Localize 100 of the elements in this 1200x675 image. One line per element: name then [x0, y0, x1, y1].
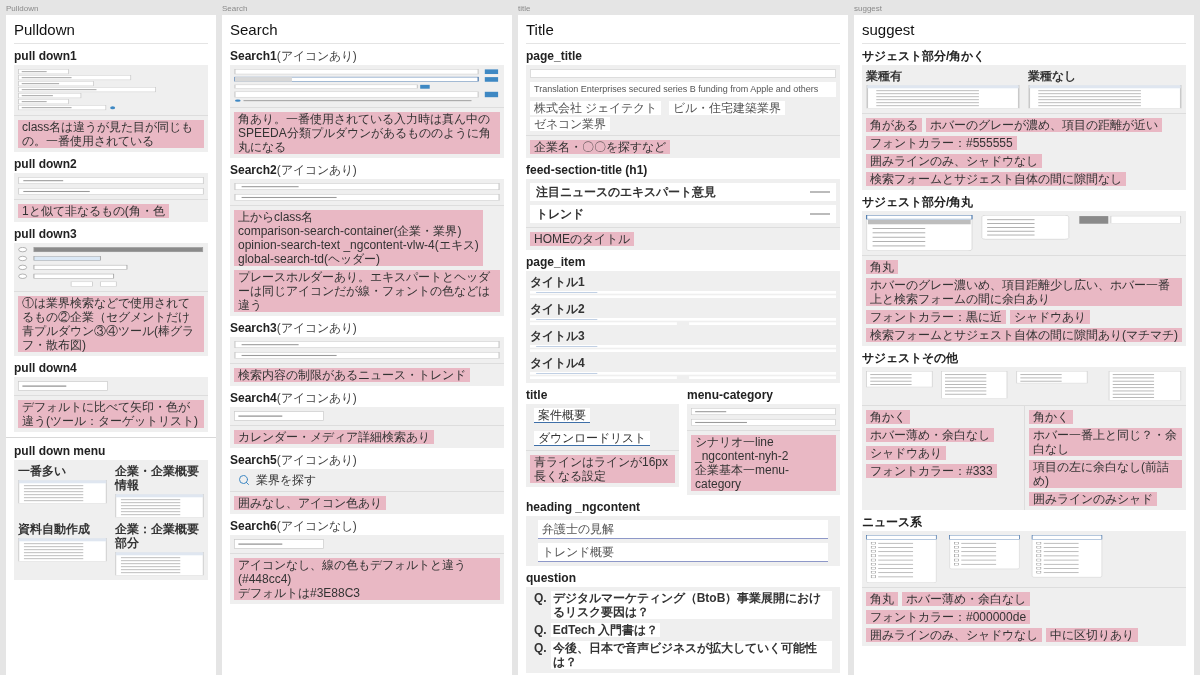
- note: 企業名・〇〇を探すなど: [530, 140, 670, 154]
- section-heading: pull down2: [14, 157, 77, 171]
- heading-note: (アイコンあり): [276, 391, 357, 405]
- note: フォントカラー：#333: [866, 464, 997, 478]
- section-heading: サジェストその他: [862, 351, 958, 365]
- question-mark-label: Q.: [534, 591, 547, 605]
- section-heading: Search4: [230, 391, 277, 405]
- panel-caption: 企業：企業概要部分: [115, 522, 200, 550]
- note: 囲みラインのみ、シャドウなし: [866, 154, 1042, 168]
- section-heading: サジェスト部分/角丸: [862, 195, 974, 209]
- note: HOMEのタイトル: [530, 232, 634, 246]
- tab[interactable]: 案件概要: [534, 408, 590, 423]
- frame-title: Pulldown: [14, 21, 75, 38]
- subsection-title: タイトル3: [530, 329, 586, 343]
- note: フォントカラー：#000000de: [866, 610, 1031, 624]
- note: ホバーのグレー濃いめ、項目距離少し広い、ホバー一番上と検索フォームの間に余白あり: [866, 278, 1182, 306]
- note: 角あり。一番使用されている入力時は真ん中のSPEEDA分類プルダウンがあるもののように角丸になる: [234, 112, 500, 154]
- subsection-title: タイトル1: [530, 275, 586, 289]
- frame-label: suggest: [854, 4, 883, 15]
- note: ホバー薄め・余白なし: [866, 428, 994, 442]
- panel-caption: 資料自動作成: [18, 522, 91, 536]
- category-tag[interactable]: ビル・住宅建築業界: [669, 101, 786, 115]
- search-label[interactable]: 業界を探す: [256, 473, 316, 487]
- section-heading: page_item: [526, 255, 586, 269]
- panel-caption: 業種有: [866, 69, 903, 83]
- frame-label: Search: [222, 4, 248, 15]
- note: ホバー薄め・余白なし: [902, 592, 1030, 606]
- note: 検索フォームとサジェスト自体の間に隙間なし: [866, 172, 1126, 186]
- question-text[interactable]: デジタルマーケティング（BtoB）事業展開におけるリスク要因は？: [550, 591, 832, 619]
- category-tag[interactable]: ゼネコン業界: [530, 117, 610, 131]
- section-heading: Search6: [230, 519, 277, 533]
- category-tag[interactable]: 株式会社 ジェイテクト: [530, 101, 662, 115]
- note: デフォルトに比べて矢印・色が違う(ツール：ターゲットリスト): [18, 400, 204, 428]
- note: 検索内容の制限があるニュース・トレンド: [234, 368, 470, 382]
- heading-note: (アイコンあり): [276, 453, 357, 467]
- note: 検索フォームとサジェスト自体の間に隙間あり(マチマチ): [866, 328, 1182, 342]
- panel-caption: 業種なし: [1028, 69, 1077, 83]
- note: 青ラインはラインが16px長くなる設定: [530, 455, 675, 483]
- section-heading: menu-category: [687, 388, 774, 402]
- note: フォントカラー：#555555: [866, 136, 1017, 150]
- note: フォントカラー：黒に近: [866, 310, 1006, 324]
- section-heading: page_title: [526, 49, 582, 63]
- feed-title: 注目ニュースのエキスパート意見: [536, 185, 716, 199]
- question-text[interactable]: EdTech 入門書は？: [550, 623, 661, 637]
- note: シナリオ一line _ngcontent-nyh-2 企業基本一menu-category: [691, 435, 836, 491]
- note: ホバーのグレーが濃め、項目の距離が近い: [926, 118, 1162, 132]
- question-mark-label: Q.: [534, 641, 547, 655]
- section-heading: Search1: [230, 49, 277, 63]
- note: 1と似て非なるもの(角・色: [18, 204, 169, 218]
- note: 中に区切りあり: [1046, 628, 1138, 642]
- note: 角丸: [866, 260, 898, 274]
- note: 項目の左に余白なし(前詰め): [1029, 460, 1182, 488]
- section-heading: サジェスト部分/角かく: [862, 49, 986, 63]
- panel-caption: 企業・企業概要情報: [115, 464, 200, 492]
- frame-title: Search: [230, 21, 278, 38]
- note: プレースホルダーあり。エキスパートとヘッダーは同じアイコンだが線・フォントの色などは違う: [234, 270, 500, 312]
- section-heading: ニュース系: [862, 515, 922, 529]
- note: ホバー一番上と同じ？・余白なし: [1029, 428, 1182, 456]
- section-heading: feed-section-title (h1): [526, 163, 648, 177]
- note: 角丸: [866, 592, 898, 606]
- note: シャドウあり: [1010, 310, 1090, 324]
- section-heading: question: [526, 571, 576, 585]
- heading-note: (アイコンなし): [276, 519, 357, 533]
- note: 上からclass名 comparison-search-container(企業・業界) opinion-search-text _ngcontent-vlw-4(エキス) global-search-td(ヘッダー): [234, 210, 483, 266]
- question-text[interactable]: 今後、日本で音声ビジネスが拡大していく可能性は？: [550, 641, 832, 669]
- section-heading: pull down menu: [14, 444, 106, 458]
- note: 角かく: [1029, 410, 1073, 424]
- heading-note: (アイコンあり): [276, 321, 357, 335]
- frame-label: Pulldown: [6, 4, 39, 15]
- question-mark-label: Q.: [534, 623, 547, 637]
- section-heading: Search2: [230, 163, 277, 177]
- note: 囲みラインのみシャド: [1029, 492, 1157, 506]
- heading-sample: 弁護士の見解: [538, 520, 828, 539]
- section-heading: title: [526, 388, 548, 402]
- subsection-title: タイトル2: [530, 302, 586, 316]
- frame-title: suggest: [862, 21, 915, 38]
- note: アイコンなし、線の色もデフォルトと違う(#448cc4) デフォルトは#3E88C3: [234, 558, 500, 600]
- frame-title: Title: [526, 21, 554, 38]
- feed-title: トレンド: [536, 207, 584, 221]
- note: 角かく: [866, 410, 910, 424]
- note: カレンダー・メディア詳細検索あり: [234, 430, 434, 444]
- section-heading: pull down4: [14, 361, 77, 375]
- note: class名は違うが見た目が同じもの。一番使用されている: [18, 120, 204, 148]
- note: 囲みラインのみ、シャドウなし: [866, 628, 1042, 642]
- heading-note: (アイコンあり): [276, 49, 357, 63]
- section-heading: Search3: [230, 321, 277, 335]
- frame-label: title: [518, 4, 531, 15]
- panel-caption: 一番多い: [18, 464, 67, 478]
- note: シャドウあり: [866, 446, 946, 460]
- section-heading: heading _ngcontent: [526, 500, 640, 514]
- heading-note: (アイコンあり): [276, 163, 357, 177]
- section-heading: Search5: [230, 453, 277, 467]
- section-heading: pull down1: [14, 49, 77, 63]
- section-heading: pull down3: [14, 227, 77, 241]
- heading-sample: トレンド概要: [538, 543, 828, 562]
- tab[interactable]: ダウンロードリスト: [534, 431, 650, 446]
- headline-text: Translation Enterprises secured series B funding from Apple and others: [530, 82, 836, 97]
- note: 角がある: [866, 118, 922, 132]
- note: 囲みなし、アイコン色あり: [234, 496, 386, 510]
- subsection-title: タイトル4: [530, 356, 586, 370]
